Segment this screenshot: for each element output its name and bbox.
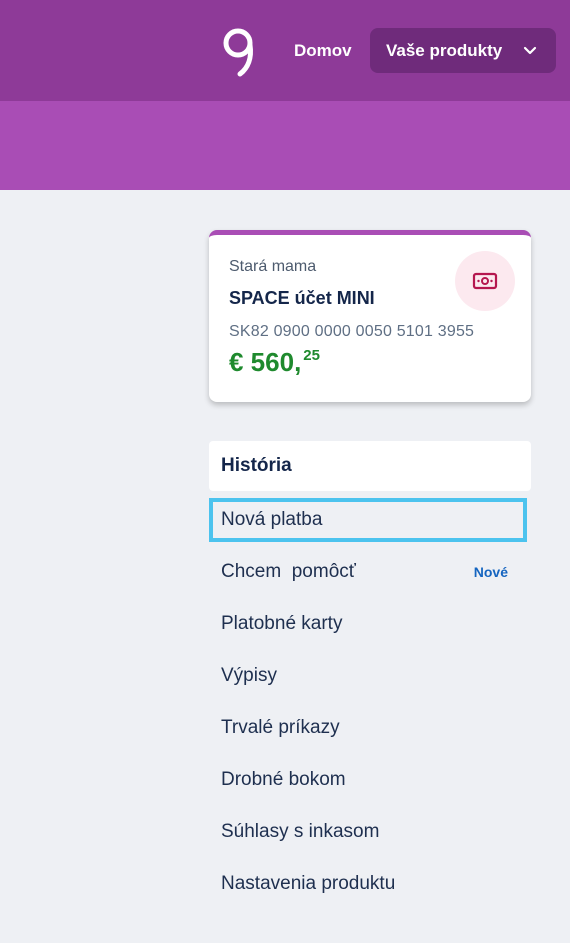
menu-heading-history[interactable]: História [209,441,531,491]
balance-main: € 560, [229,347,302,377]
menu-item-new-payment[interactable]: Nová platba [209,498,527,542]
account-balance: € 560, 25 [229,347,320,377]
menu-item-payment-cards[interactable]: Platobné karty [209,602,531,646]
menu-item-want-to-help[interactable]: Chcem pomôcť Nové [209,550,531,594]
menu-item-standing-orders[interactable]: Trvalé príkazy [209,706,531,750]
menu-item-product-settings[interactable]: Nastavenia produktu [209,862,531,906]
menu-item-label: Platobné karty [221,613,343,634]
menu-item-label: Nastavenia produktu [221,873,396,894]
balance-cents: 25 [303,347,320,364]
logo-icon[interactable] [220,26,258,78]
products-dropdown-button[interactable]: Vaše produkty [370,28,556,73]
menu-item-statements[interactable]: Výpisy [209,654,531,698]
nav-home-link[interactable]: Domov [294,40,352,62]
menu-item-label: Nová platba [221,509,323,530]
hero-banner [0,101,570,190]
account-owner: Stará mama [229,258,317,275]
menu-item-label: Chcem pomôcť [221,561,356,582]
products-dropdown-label: Vaše produkty [386,40,503,60]
top-navigation-bar: Domov Vaše produkty [0,0,570,101]
menu-item-direct-debit-consents[interactable]: Súhlasy s inkasom [209,810,531,854]
money-icon [472,272,498,290]
account-name: SPACE účet MINI [229,288,375,308]
account-card[interactable]: Stará mama SPACE účet MINI SK82 0900 000… [209,230,531,402]
chevron-down-icon [523,46,537,55]
menu-item-label: Trvalé príkazy [221,717,340,738]
menu-item-label: Súhlasy s inkasom [221,821,380,842]
menu-item-label: Drobné bokom [221,769,346,790]
menu-item-savings-aside[interactable]: Drobné bokom [209,758,531,802]
money-badge[interactable] [455,251,515,311]
menu-item-label: Výpisy [221,665,277,686]
account-iban: SK82 0900 0000 0050 5101 3955 [229,323,475,340]
new-badge: Nové [473,564,508,580]
